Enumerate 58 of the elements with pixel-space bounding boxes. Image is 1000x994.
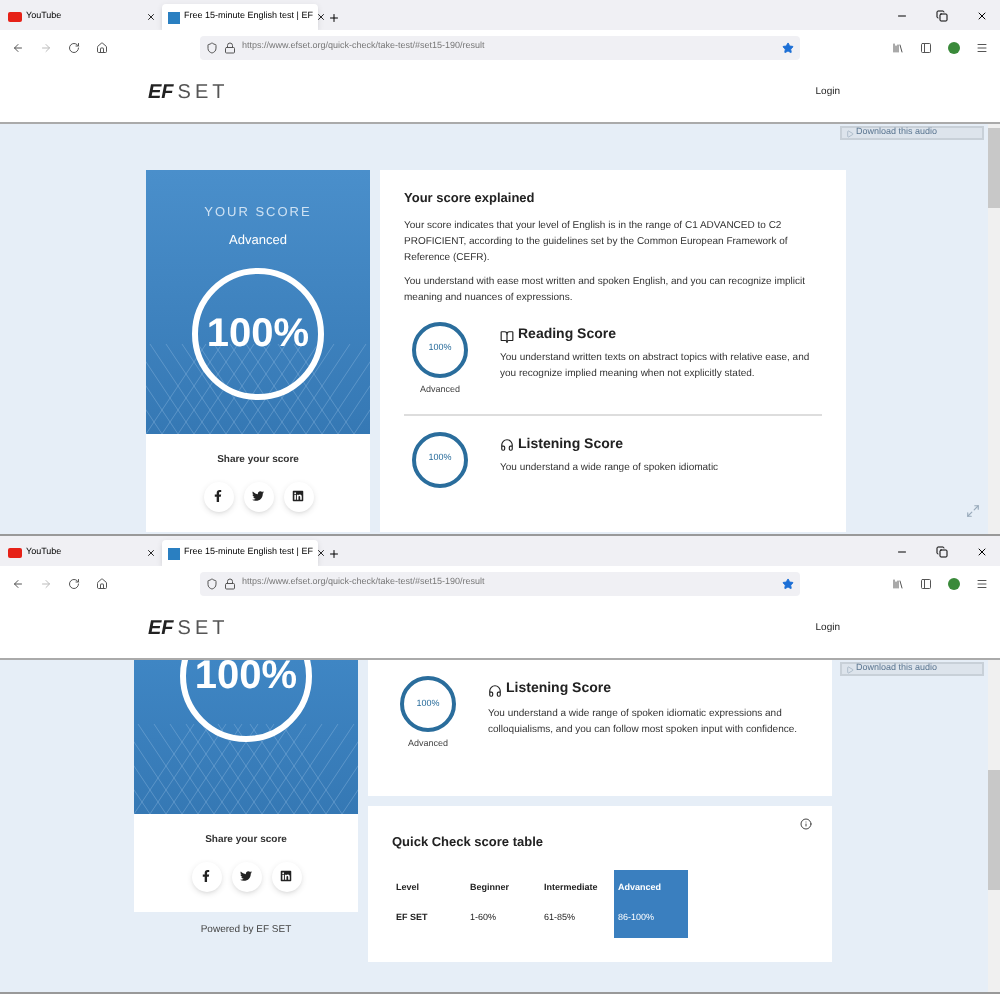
logo-text[interactable]: SET xyxy=(177,614,229,644)
twitter-button[interactable] xyxy=(231,861,261,891)
headphones-icon xyxy=(500,438,514,453)
menu-icon[interactable] xyxy=(976,577,988,589)
bookmark-star-icon[interactable] xyxy=(782,41,794,53)
restore-icon[interactable] xyxy=(936,546,948,558)
restore-icon[interactable] xyxy=(936,10,948,22)
score-ring: 100% xyxy=(192,267,324,399)
library-icon[interactable] xyxy=(892,41,904,53)
scrollbar[interactable] xyxy=(988,124,1000,534)
video-logo-icon xyxy=(8,12,22,22)
home-icon[interactable] xyxy=(96,41,108,53)
play-icon xyxy=(846,129,854,137)
lock-icon[interactable] xyxy=(224,41,236,53)
close-icon[interactable] xyxy=(976,10,988,22)
book-icon xyxy=(500,329,514,343)
linkedin-button[interactable] xyxy=(271,861,301,891)
bird-logo-icon xyxy=(240,870,252,882)
home-icon[interactable] xyxy=(96,577,108,589)
shield-icon[interactable] xyxy=(206,577,218,589)
facebook-logo-icon xyxy=(200,870,212,882)
reload-icon[interactable] xyxy=(68,41,80,53)
sidebar-icon[interactable] xyxy=(920,577,932,589)
facebook-button[interactable] xyxy=(203,481,233,511)
score-ring: 100% xyxy=(180,660,312,742)
play-icon xyxy=(846,665,854,673)
twitter-button[interactable] xyxy=(243,481,273,511)
bookmark-star-icon[interactable] xyxy=(782,577,794,589)
scrollbar[interactable] xyxy=(988,660,1000,992)
extension-icon[interactable] xyxy=(948,41,960,53)
reload-icon[interactable] xyxy=(68,577,80,589)
lock-icon[interactable] xyxy=(224,577,236,589)
video-logo-icon xyxy=(8,548,22,558)
new-tab-icon[interactable] xyxy=(328,548,340,560)
bird-logo-icon xyxy=(252,490,264,502)
linkedin-logo-icon xyxy=(280,870,292,882)
facebook-logo-icon xyxy=(212,490,224,502)
minimize-icon[interactable] xyxy=(896,546,908,558)
info-icon[interactable] xyxy=(800,817,812,830)
back-icon[interactable] xyxy=(12,577,24,589)
site-logo-icon xyxy=(168,547,180,559)
headphones-icon xyxy=(488,683,502,698)
minimize-icon[interactable] xyxy=(896,10,908,22)
new-tab-icon[interactable] xyxy=(328,12,340,24)
site-logo-icon xyxy=(168,11,180,23)
library-icon[interactable] xyxy=(892,577,904,589)
shield-icon[interactable] xyxy=(206,41,218,53)
logo-text[interactable]: EF xyxy=(148,614,174,644)
facebook-button[interactable] xyxy=(191,861,221,891)
sidebar-icon[interactable] xyxy=(920,41,932,53)
close-icon[interactable] xyxy=(976,546,988,558)
extension-icon[interactable] xyxy=(948,577,960,589)
logo-text[interactable]: EF xyxy=(148,78,174,108)
linkedin-button[interactable] xyxy=(283,481,313,511)
logo-text[interactable]: SET xyxy=(177,78,229,108)
menu-icon[interactable] xyxy=(976,41,988,53)
linkedin-logo-icon xyxy=(292,490,304,502)
back-icon[interactable] xyxy=(12,41,24,53)
